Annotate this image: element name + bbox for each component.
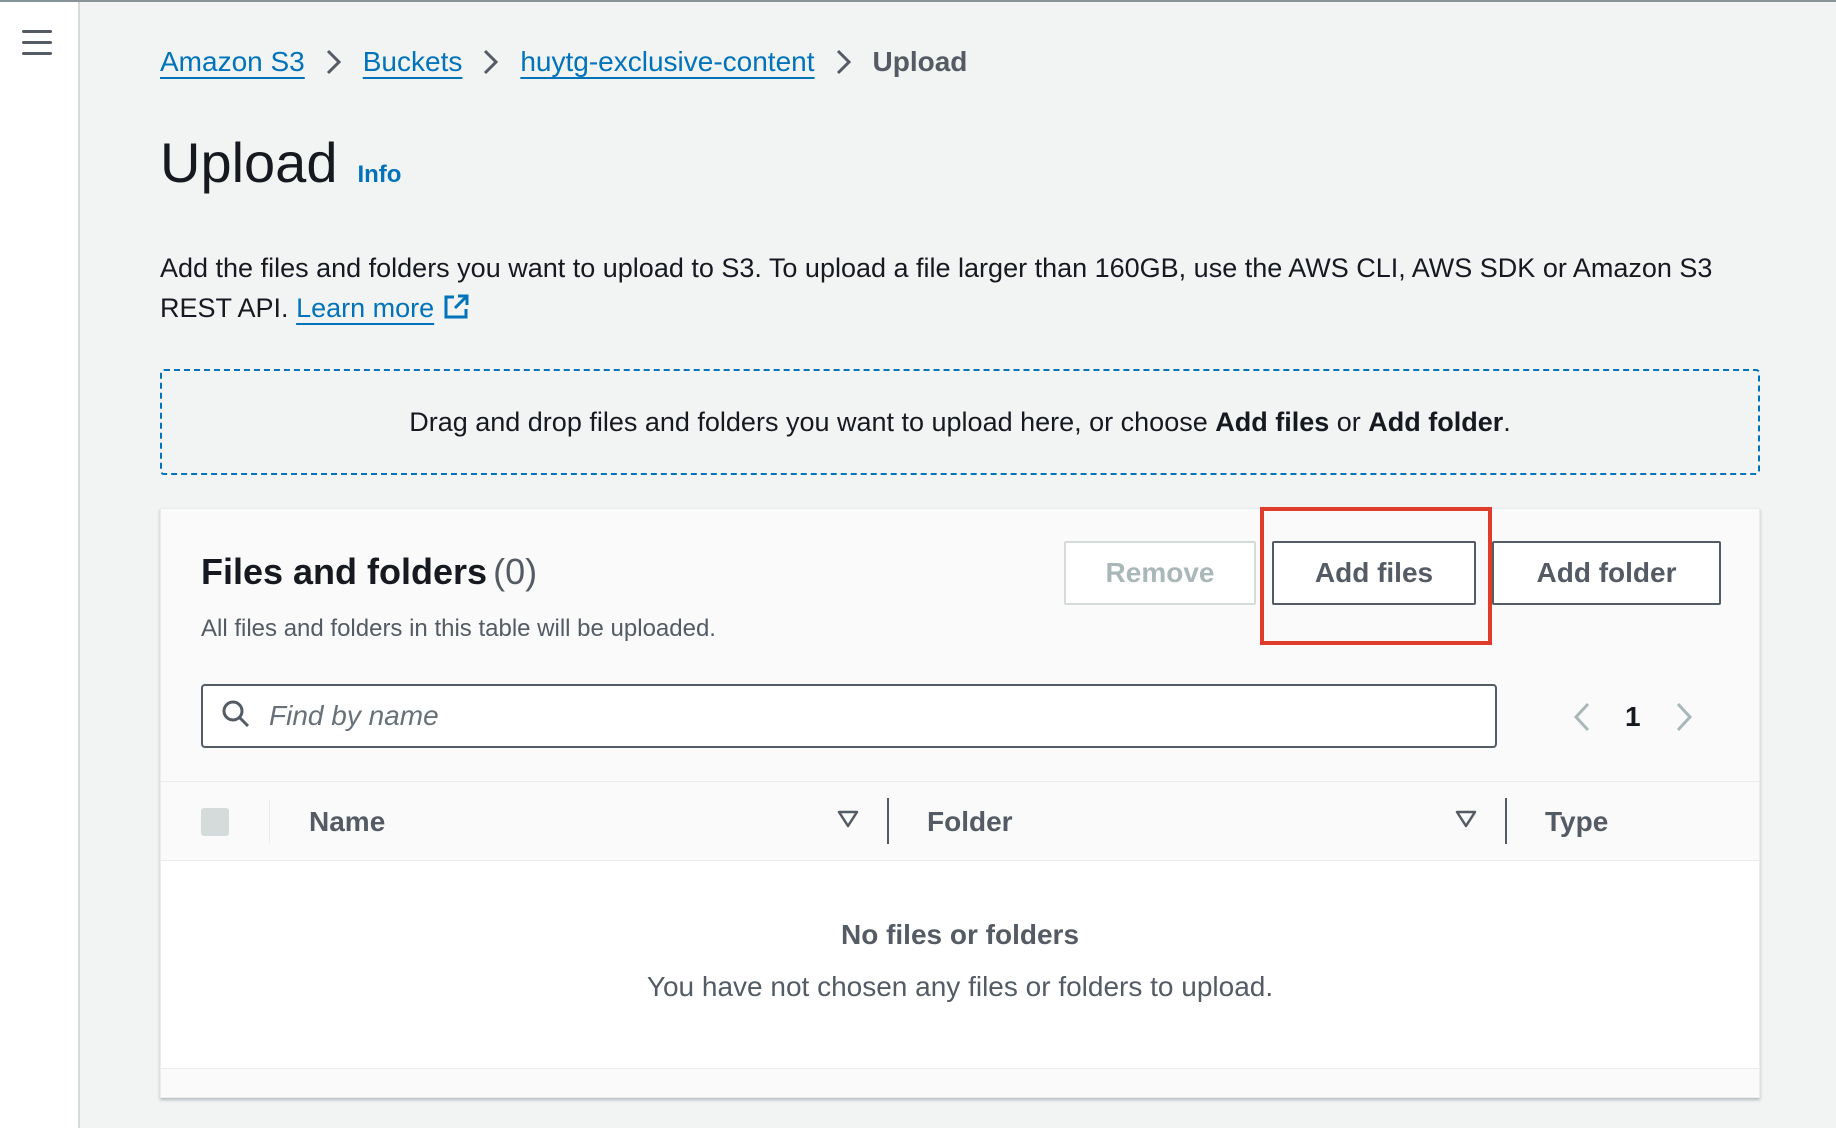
column-header-name[interactable]: Name xyxy=(309,806,385,838)
side-navigation xyxy=(0,2,80,1128)
chevron-left-icon[interactable] xyxy=(1571,700,1593,734)
breadcrumb-bucket-name[interactable]: huytg-exclusive-content xyxy=(520,46,814,78)
select-all-checkbox[interactable] xyxy=(201,808,229,836)
table-body: No files or folders You have not chosen … xyxy=(161,861,1759,1069)
pagination: 1 xyxy=(1571,687,1695,747)
page-title: Upload xyxy=(160,131,338,194)
add-folder-button[interactable]: Add folder xyxy=(1492,541,1721,605)
column-divider xyxy=(269,800,270,844)
remove-button[interactable]: Remove xyxy=(1064,541,1256,605)
caret-down-icon[interactable] xyxy=(837,810,859,833)
chevron-right-icon xyxy=(835,48,853,76)
column-header-type[interactable]: Type xyxy=(1545,806,1608,838)
chevron-right-icon xyxy=(325,48,343,76)
search-input[interactable] xyxy=(269,700,1469,732)
top-border xyxy=(0,0,1836,2)
page-description: Add the files and folders you want to up… xyxy=(160,248,1760,332)
breadcrumb-buckets[interactable]: Buckets xyxy=(363,46,463,78)
hamburger-menu-icon[interactable] xyxy=(22,30,58,60)
empty-state-title: No files or folders xyxy=(840,919,1080,950)
column-resize-handle[interactable] xyxy=(1505,798,1507,844)
empty-state-message: You have not chosen any files or folders… xyxy=(646,971,1274,1002)
breadcrumb-current: Upload xyxy=(872,46,968,77)
chevron-right-icon xyxy=(482,48,500,76)
caret-down-icon[interactable] xyxy=(1455,810,1477,833)
page-header: Upload Info xyxy=(160,130,401,195)
breadcrumb: Amazon S3 Buckets huytg-exclusive-conten… xyxy=(160,46,967,78)
learn-more-link[interactable]: Learn more xyxy=(296,293,470,323)
info-link[interactable]: Info xyxy=(357,161,401,189)
table-header: Name Folder Type xyxy=(161,781,1759,861)
drop-zone[interactable]: Drag and drop files and folders you want… xyxy=(160,369,1760,475)
current-page-number[interactable]: 1 xyxy=(1625,701,1641,733)
panel-title: Files and folders (0) xyxy=(201,551,538,592)
breadcrumb-amazon-s3[interactable]: Amazon S3 xyxy=(160,46,305,78)
panel-subtitle: All files and folders in this table will… xyxy=(201,615,716,642)
files-and-folders-panel: Files and folders (0) All files and folde… xyxy=(160,507,1760,1098)
search-icon xyxy=(221,699,251,734)
file-count: (0) xyxy=(493,551,538,592)
search-field[interactable] xyxy=(201,684,1497,748)
column-resize-handle[interactable] xyxy=(887,798,889,844)
dropzone-text: Drag and drop files and folders you want… xyxy=(409,406,1511,437)
add-files-button[interactable]: Add files xyxy=(1272,541,1476,605)
external-link-icon xyxy=(442,292,470,332)
chevron-right-icon[interactable] xyxy=(1673,700,1695,734)
column-header-folder[interactable]: Folder xyxy=(927,806,1013,838)
